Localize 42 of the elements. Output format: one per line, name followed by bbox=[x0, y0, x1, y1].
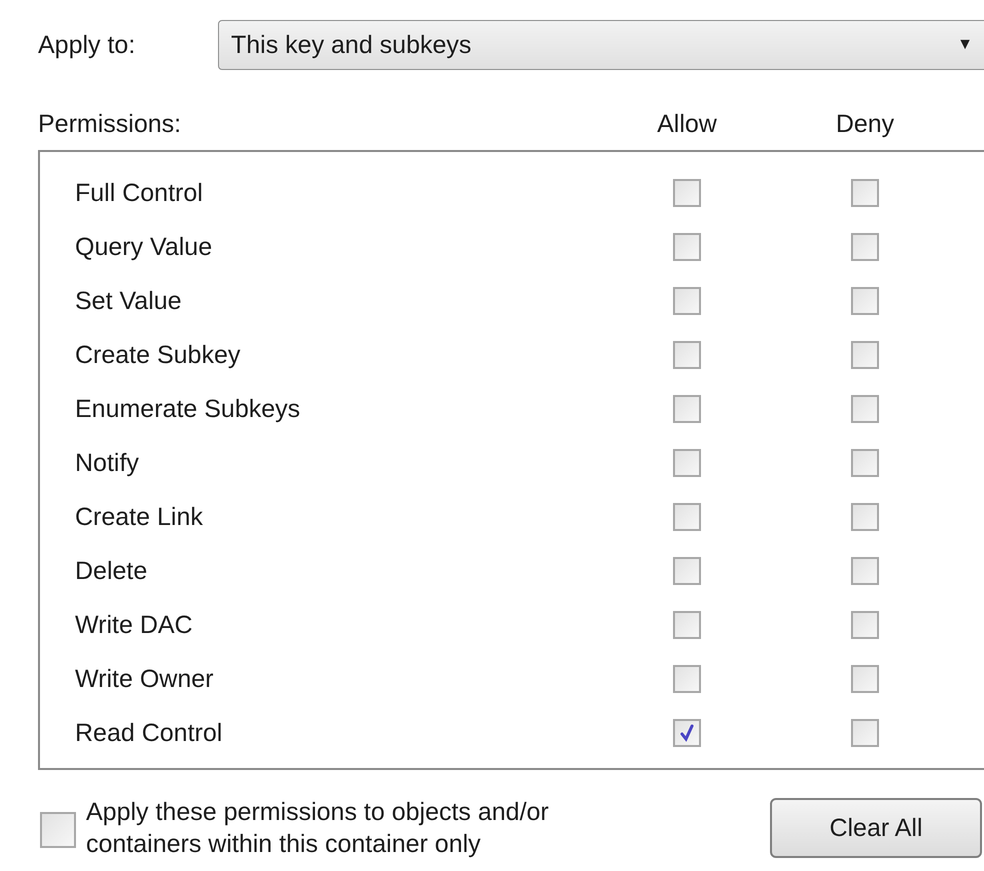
apply-to-dropdown[interactable]: This key and subkeys ▼ bbox=[218, 20, 984, 70]
allow-checkbox[interactable] bbox=[673, 665, 701, 693]
apply-only-checkbox[interactable] bbox=[40, 812, 76, 848]
deny-checkbox[interactable] bbox=[851, 719, 879, 747]
permission-name: Full Control bbox=[74, 178, 203, 208]
deny-checkbox[interactable] bbox=[851, 287, 879, 315]
allow-checkbox[interactable] bbox=[673, 395, 701, 423]
deny-checkbox[interactable] bbox=[851, 503, 879, 531]
allow-checkbox[interactable] bbox=[673, 341, 701, 369]
allow-checkbox[interactable] bbox=[673, 557, 701, 585]
allow-checkbox[interactable] bbox=[673, 719, 701, 747]
deny-checkbox[interactable] bbox=[851, 341, 879, 369]
allow-checkbox[interactable] bbox=[673, 287, 701, 315]
deny-checkbox[interactable] bbox=[851, 179, 879, 207]
apply-to-label: Apply to: bbox=[38, 30, 136, 60]
permission-name: Read Control bbox=[74, 718, 222, 748]
permission-name: Enumerate Subkeys bbox=[74, 394, 300, 424]
allow-checkbox[interactable] bbox=[673, 503, 701, 531]
permission-name: Write Owner bbox=[74, 664, 214, 694]
deny-checkbox[interactable] bbox=[851, 395, 879, 423]
deny-checkbox[interactable] bbox=[851, 665, 879, 693]
deny-checkbox[interactable] bbox=[851, 449, 879, 477]
clear-all-button[interactable]: Clear All bbox=[770, 798, 982, 858]
allow-checkbox[interactable] bbox=[673, 449, 701, 477]
allow-checkbox[interactable] bbox=[673, 233, 701, 261]
permission-name: Set Value bbox=[74, 286, 182, 316]
deny-checkbox[interactable] bbox=[851, 557, 879, 585]
allow-checkbox[interactable] bbox=[673, 179, 701, 207]
apply-only-label: Apply these permissions to objects and/or containers within this container only bbox=[86, 797, 550, 860]
permission-name: Query Value bbox=[74, 232, 212, 262]
permission-name: Create Subkey bbox=[74, 340, 240, 370]
dropdown-arrow[interactable]: ▼ bbox=[957, 36, 973, 54]
permission-name: Notify bbox=[74, 448, 139, 478]
deny-checkbox[interactable] bbox=[851, 233, 879, 261]
permissions-label: Permissions: bbox=[38, 110, 182, 138]
permission-name: Create Link bbox=[74, 502, 203, 532]
permission-name: Delete bbox=[74, 556, 148, 586]
permission-name: Write DAC bbox=[74, 610, 193, 640]
allow-checkbox[interactable] bbox=[673, 611, 701, 639]
column-header: Allow bbox=[657, 110, 717, 139]
deny-checkbox[interactable] bbox=[851, 611, 879, 639]
column-header: Deny bbox=[836, 110, 894, 139]
